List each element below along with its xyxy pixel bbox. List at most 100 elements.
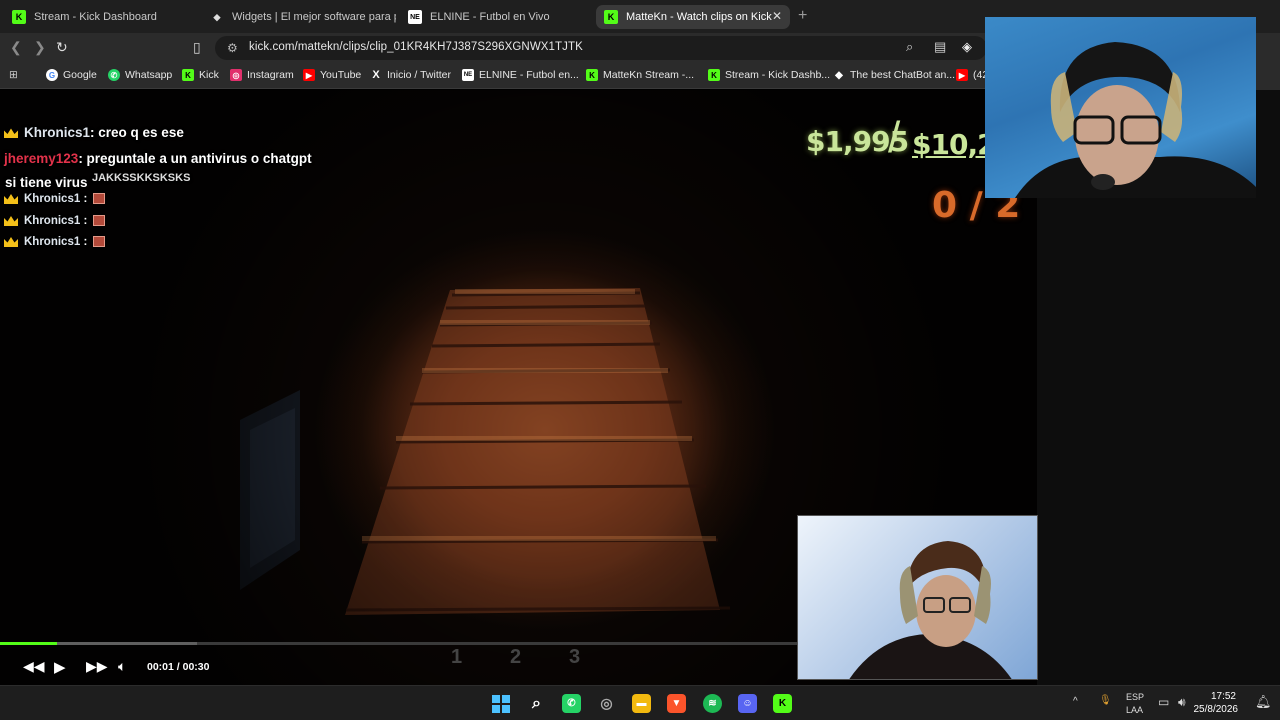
crown-icon xyxy=(4,215,18,226)
whatsapp-icon[interactable]: ✆ xyxy=(562,694,581,713)
play-icon[interactable]: ▶ xyxy=(54,658,66,676)
progress-fill xyxy=(0,642,58,645)
microphone-icon[interactable]: 🎙︎ xyxy=(1099,695,1112,706)
windows-taskbar: ⌕ ✆ ◎ ▬ ▼ ≋ ☺ K ^ 🎙︎ ESP LAA ▭ 🔊︎ 🔔︎ xyxy=(0,685,1280,720)
tab-elnine[interactable]: NE ELNINE - Futbol en Vivo xyxy=(400,5,594,29)
spotify-icon[interactable]: ≋ xyxy=(703,694,722,713)
zoom-icon[interactable]: ⌕ xyxy=(906,39,913,55)
chat-message: Khronics1 : xyxy=(4,236,106,248)
chat-message: Khronics1: creo q es ese xyxy=(4,125,184,140)
google-icon: G xyxy=(46,69,58,81)
forward-icon[interactable]: ❯ xyxy=(34,39,46,56)
toolbar-edge xyxy=(1256,33,1280,90)
tab-mattekn-clips[interactable]: K MatteKn - Watch clips on Kick ✕ xyxy=(596,5,790,29)
bookmark-label: Whatsapp xyxy=(125,69,173,81)
clock-time[interactable]: 17:52 xyxy=(1211,691,1236,702)
back-icon[interactable]: ❮ xyxy=(10,39,22,56)
bookmark-label: The best ChatBot an... xyxy=(850,69,956,81)
emote-icon xyxy=(93,193,106,205)
site-info-icon[interactable]: ⚙ xyxy=(227,41,238,55)
chat-message: jheremy123: preguntale a un antivirus o … xyxy=(4,151,312,166)
keyboard-layout[interactable]: LAA xyxy=(1126,705,1143,715)
bookmark-kick-dashboard[interactable]: K Stream - Kick Dashb... xyxy=(708,69,830,81)
brave-icon[interactable]: ▼ xyxy=(667,694,686,713)
bookmark-icon[interactable]: ▯ xyxy=(193,39,201,56)
bookmark-twitter[interactable]: X Inicio / Twitter xyxy=(370,69,451,81)
youtube-icon: ▶ xyxy=(303,69,315,81)
crown-icon xyxy=(4,193,18,204)
bookmark-label: Google xyxy=(63,69,97,81)
new-tab-button[interactable]: + xyxy=(798,7,807,25)
apps-grid-icon[interactable]: ⊞ xyxy=(9,69,18,81)
hotbar-slot-3: 3 xyxy=(569,646,581,668)
webcam-person xyxy=(1015,42,1256,198)
chat-text: : xyxy=(80,236,88,248)
volume-icon[interactable]: 🔈︎ xyxy=(118,658,126,675)
crown-icon xyxy=(4,128,18,139)
chat-username: Khronics1 xyxy=(24,236,81,248)
webcam-person xyxy=(849,541,1012,679)
whatsapp-icon: ✆ xyxy=(108,69,120,81)
bookmark-chatbot[interactable]: ◆ The best ChatBot an... xyxy=(833,69,955,81)
bookmark-label: Stream - Kick Dashb... xyxy=(725,69,831,81)
tab-title: ELNINE - Futbol en Vivo xyxy=(430,11,550,23)
playback-time: 00:01 / 00:30 xyxy=(147,661,210,673)
youtube-icon: ▶ xyxy=(956,69,968,81)
language-indicator[interactable]: ESP xyxy=(1126,692,1144,702)
chat-username: jheremy123 xyxy=(4,151,79,166)
bookmark-mattekn-stream[interactable]: K MatteKn Stream -... xyxy=(586,69,694,81)
notifications-icon[interactable]: 🔔︎ xyxy=(1255,694,1272,710)
file-explorer-icon[interactable]: ▬ xyxy=(632,694,651,713)
bookmark-whatsapp[interactable]: ✆ Whatsapp xyxy=(108,69,172,81)
widget-icon: ◆ xyxy=(213,11,221,22)
chat-message: Khronics1 : xyxy=(4,215,106,227)
chat-username: Khronics1 xyxy=(24,193,81,205)
kick-icon: K xyxy=(604,10,618,24)
clock-date[interactable]: 25/8/2026 xyxy=(1194,704,1239,715)
tab-widgets[interactable]: ◆ Widgets | El mejor software para pot xyxy=(202,5,396,29)
kick-icon: K xyxy=(12,10,26,24)
close-tab-icon[interactable]: ✕ xyxy=(772,9,782,23)
emote-icon xyxy=(93,215,106,227)
hotbar-slot-2: 2 xyxy=(510,646,522,668)
hotbar-slot-1: 1 xyxy=(451,646,463,668)
chat-text: : preguntale a un antivirus o chatgpt xyxy=(78,151,312,166)
discord-icon[interactable]: ☺ xyxy=(738,694,757,713)
kick-icon: K xyxy=(708,69,720,81)
elnine-icon: NE xyxy=(408,10,422,24)
network-icon[interactable]: ▭ xyxy=(1158,695,1169,709)
kick-icon[interactable]: K xyxy=(773,694,792,713)
brave-shield-icon[interactable]: ◈ xyxy=(962,39,972,55)
tab-kick-dashboard[interactable]: K Stream - Kick Dashboard xyxy=(4,5,200,29)
reload-icon[interactable]: ↻ xyxy=(56,39,68,56)
reader-mode-icon[interactable]: ▤ xyxy=(934,39,946,55)
chat-text: JAKKSSKKSKSKS xyxy=(92,172,191,184)
kick-icon: K xyxy=(586,69,598,81)
rewind-icon[interactable]: ◀◀ xyxy=(23,658,45,675)
windows-start-icon[interactable] xyxy=(491,694,510,713)
bookmark-google[interactable]: G Google xyxy=(46,69,97,81)
bookmark-kick[interactable]: K Kick xyxy=(182,69,219,81)
bookmark-label: Instagram xyxy=(247,69,294,81)
volume-icon[interactable]: 🔊︎ xyxy=(1178,695,1186,710)
bookmark-label: MatteKn Stream -... xyxy=(603,69,695,81)
kick-icon: K xyxy=(182,69,194,81)
emote-icon xyxy=(93,236,106,248)
webcam-overlay-secondary xyxy=(797,515,1038,680)
bookmark-elnine[interactable]: NE ELNINE - Futbol en... xyxy=(462,69,579,81)
address-bar[interactable]: ⚙ kick.com/mattekn/clips/clip_01KR4KH7J3… xyxy=(215,36,987,60)
fast-forward-icon[interactable]: ▶▶ xyxy=(86,658,108,675)
bookmark-youtube[interactable]: ▶ YouTube xyxy=(303,69,361,81)
tray-overflow-icon[interactable]: ^ xyxy=(1073,696,1078,707)
chrome-icon[interactable]: ◎ xyxy=(597,694,616,713)
search-icon[interactable]: ⌕ xyxy=(527,694,546,713)
bookmark-instagram[interactable]: ◎ Instagram xyxy=(230,69,294,81)
hud-separator: / xyxy=(888,113,901,162)
chatbot-icon: ◆ xyxy=(835,69,843,81)
url-text: kick.com/mattekn/clips/clip_01KR4KH7J387… xyxy=(249,41,583,53)
bookmark-label: Inicio / Twitter xyxy=(387,69,451,81)
tab-title: Widgets | El mejor software para pot xyxy=(232,11,396,23)
chat-username: Khronics1 xyxy=(24,125,91,140)
bookmark-label: Kick xyxy=(199,69,219,81)
bookmark-youtube-42[interactable]: ▶ (42 xyxy=(956,69,988,81)
